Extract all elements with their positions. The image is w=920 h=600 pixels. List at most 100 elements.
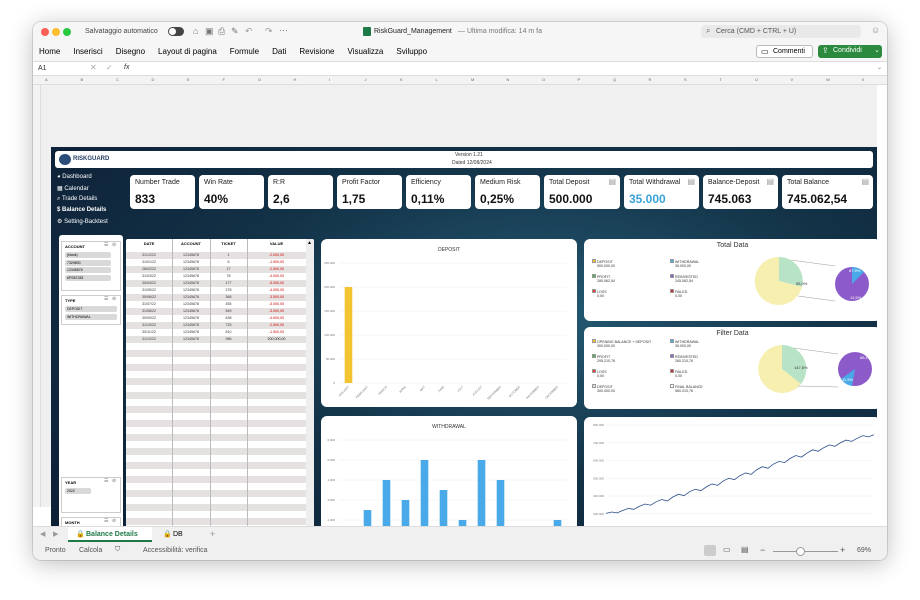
normal-view-icon[interactable]: [704, 545, 716, 556]
account-icon[interactable]: ☺: [871, 25, 880, 35]
menu-draw[interactable]: Disegno: [116, 47, 145, 56]
menu-view[interactable]: Visualizza: [347, 47, 383, 56]
close-window-button[interactable]: [41, 28, 49, 36]
multiselect-icon[interactable]: ☰: [104, 242, 108, 248]
prev-sheet-icon[interactable]: ◀: [40, 530, 45, 538]
comments-button[interactable]: ▭ Commenti: [756, 45, 813, 58]
dashboard-area: RISKGUARD Version 1.21 Dated 12/08/2024 …: [41, 85, 881, 560]
column-header[interactable]: S: [684, 77, 687, 82]
menu-formulas[interactable]: Formule: [230, 47, 259, 56]
column-header[interactable]: W: [826, 77, 830, 82]
menu-developer[interactable]: Sviluppo: [396, 47, 427, 56]
cancel-icon[interactable]: ✕: [90, 63, 97, 72]
slicer-item[interactable]: 6PS87283: [65, 274, 111, 281]
clear-filter-icon[interactable]: ⊘: [112, 518, 116, 524]
expand-formula-icon[interactable]: ⌄: [877, 64, 882, 71]
nav-item-setting-backtest[interactable]: ⚙ Setting-Backtest: [57, 218, 108, 225]
column-header[interactable]: F: [223, 77, 225, 82]
page-layout-icon[interactable]: ▭: [723, 545, 731, 554]
sheet-tab-balance-details[interactable]: 🔒 Balance Details: [68, 527, 152, 542]
column-header[interactable]: N: [507, 77, 510, 82]
column-header[interactable]: R: [649, 77, 652, 82]
minimize-window-button[interactable]: [52, 28, 60, 36]
fx-icon[interactable]: fx: [124, 64, 129, 71]
clear-filter-icon[interactable]: ⊘: [112, 296, 116, 302]
page-break-icon[interactable]: ▤: [741, 545, 749, 554]
menu-page-layout[interactable]: Layout di pagina: [158, 47, 217, 56]
table-cell: -1.500,00: [268, 260, 285, 264]
column-header[interactable]: P: [578, 77, 581, 82]
search-box[interactable]: ⌕ Cerca (CMD + CTRL + U): [701, 25, 861, 38]
undo-icon[interactable]: ↶: [245, 26, 253, 37]
nav-item-dashboard[interactable]: ◕ Dashboard: [57, 174, 92, 180]
table-scrollbar[interactable]: ▲ ▼: [306, 239, 314, 560]
nav-item-trade-details[interactable]: ⌕ Trade Details: [57, 196, 97, 203]
next-sheet-icon[interactable]: ▶: [53, 530, 58, 538]
home-icon[interactable]: ⌂: [193, 26, 198, 36]
nav-item-balance-details[interactable]: $ Balance Details: [57, 207, 106, 213]
comments-label: Commenti: [773, 48, 805, 55]
column-header[interactable]: B: [81, 77, 84, 82]
slicer-item[interactable]: DEPOSIT: [65, 306, 117, 312]
menu-insert[interactable]: Inserisci: [73, 47, 102, 56]
menu-review[interactable]: Revisione: [299, 47, 334, 56]
column-header[interactable]: M: [471, 77, 474, 82]
clear-filter-icon[interactable]: ⊘: [112, 242, 116, 248]
zoom-out-icon[interactable]: −: [760, 545, 765, 555]
redo-icon[interactable]: ↷: [265, 26, 273, 37]
zoom-slider-thumb[interactable]: [796, 547, 805, 556]
column-header[interactable]: T: [720, 77, 722, 82]
accessibility-check[interactable]: Accessibilità: verifica: [143, 547, 208, 554]
share-button[interactable]: ⇪ Condividi ⌄: [818, 45, 882, 58]
y-tick-label: 6.000: [327, 438, 335, 442]
column-header[interactable]: C: [116, 77, 119, 82]
confirm-icon[interactable]: ✓: [106, 63, 113, 72]
multiselect-icon[interactable]: ☰: [104, 518, 108, 524]
table-cell: 1: [227, 253, 230, 257]
column-header[interactable]: A: [45, 77, 48, 82]
slicer-item[interactable]: (blank): [65, 252, 111, 258]
column-header[interactable]: K: [400, 77, 403, 82]
sheet-tab-db[interactable]: 🔒 DB: [160, 527, 200, 542]
autosave-toggle[interactable]: [168, 27, 184, 36]
column-header[interactable]: J: [365, 77, 367, 82]
slicer-item[interactable]: 12345678: [65, 267, 111, 273]
save-icon[interactable]: ▣: [205, 26, 214, 37]
column-header[interactable]: V: [791, 77, 794, 82]
column-header[interactable]: U: [755, 77, 758, 82]
slicer-item-label: (blank): [67, 253, 78, 257]
print-icon[interactable]: ⎙: [218, 26, 225, 37]
column-header[interactable]: H: [294, 77, 297, 82]
column-header[interactable]: E: [187, 77, 190, 82]
slicer-item[interactable]: 7329800: [65, 259, 111, 266]
name-box[interactable]: A1: [38, 65, 47, 72]
add-sheet-icon[interactable]: +: [210, 529, 215, 539]
table-row: [126, 399, 306, 406]
column-header[interactable]: L: [436, 77, 438, 82]
edit-icon[interactable]: ✎: [231, 26, 239, 37]
menu-data[interactable]: Dati: [272, 47, 286, 56]
money-icon: ▤: [687, 177, 695, 186]
column-header[interactable]: O: [542, 77, 545, 82]
multiselect-icon[interactable]: ☰: [104, 296, 108, 302]
zoom-window-button[interactable]: [63, 28, 71, 36]
slicer-item[interactable]: WITHDRAWAL: [65, 313, 117, 320]
kpi-card: Balance-Deposit 745.063 ▤: [703, 175, 778, 209]
slicer-item[interactable]: 2022: [65, 488, 91, 494]
column-header[interactable]: I: [329, 77, 330, 82]
menu-home[interactable]: Home: [39, 47, 60, 56]
sheet-tab-label: DB: [173, 531, 183, 538]
column-header[interactable]: Q: [613, 77, 616, 82]
column-header[interactable]: G: [258, 77, 261, 82]
scroll-up-icon[interactable]: ▲: [307, 240, 312, 246]
calculate-button[interactable]: Calcola: [79, 547, 102, 554]
clear-filter-icon[interactable]: ⊘: [112, 478, 116, 484]
column-header[interactable]: D: [152, 77, 155, 82]
zoom-slider[interactable]: [773, 547, 838, 556]
y-tick-label: 5.000: [327, 458, 335, 462]
column-header[interactable]: X: [862, 77, 865, 82]
multiselect-icon[interactable]: ☰: [104, 478, 108, 484]
zoom-in-icon[interactable]: +: [840, 545, 845, 555]
nav-item-calendar[interactable]: ▦ Calendar: [57, 185, 89, 192]
more-icon[interactable]: ⋯: [279, 25, 288, 36]
